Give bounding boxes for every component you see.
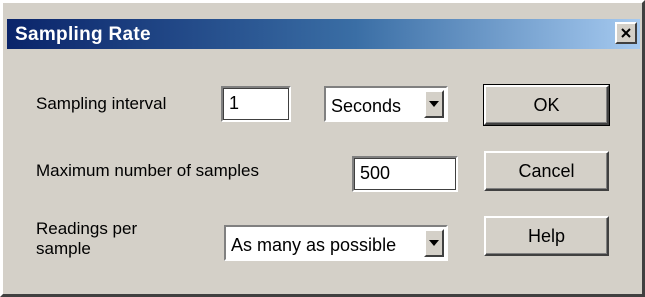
interval-unit-select[interactable]: Seconds: [324, 86, 448, 122]
chevron-down-icon: [429, 101, 439, 107]
max-samples-label: Maximum number of samples: [36, 161, 259, 180]
interval-unit-value: Seconds: [331, 96, 402, 116]
title-bar[interactable]: Sampling Rate: [7, 19, 640, 49]
ok-button[interactable]: OK: [483, 84, 610, 126]
dialog-title: Sampling Rate: [15, 24, 151, 45]
readings-per-sample-select[interactable]: As many as possible: [224, 225, 448, 261]
sampling-rate-dialog: Sampling Rate Sampling interval 1 Second…: [0, 0, 645, 297]
max-samples-input[interactable]: 500: [352, 156, 458, 192]
readings-per-sample-label-line1: Readings per: [36, 219, 138, 238]
sampling-interval-label: Sampling interval: [36, 94, 167, 113]
help-button[interactable]: Help: [484, 216, 609, 256]
chevron-down-icon: [429, 240, 439, 246]
readings-per-sample-label-line2: sample: [36, 239, 91, 258]
interval-unit-dropdown-button[interactable]: [424, 90, 444, 118]
cancel-button[interactable]: Cancel: [484, 151, 609, 191]
readings-per-sample-value: As many as possible: [231, 235, 397, 255]
close-button[interactable]: [615, 22, 637, 44]
close-icon: [621, 28, 631, 38]
sampling-interval-input[interactable]: 1: [221, 86, 291, 122]
readings-per-sample-dropdown-button[interactable]: [424, 229, 444, 257]
